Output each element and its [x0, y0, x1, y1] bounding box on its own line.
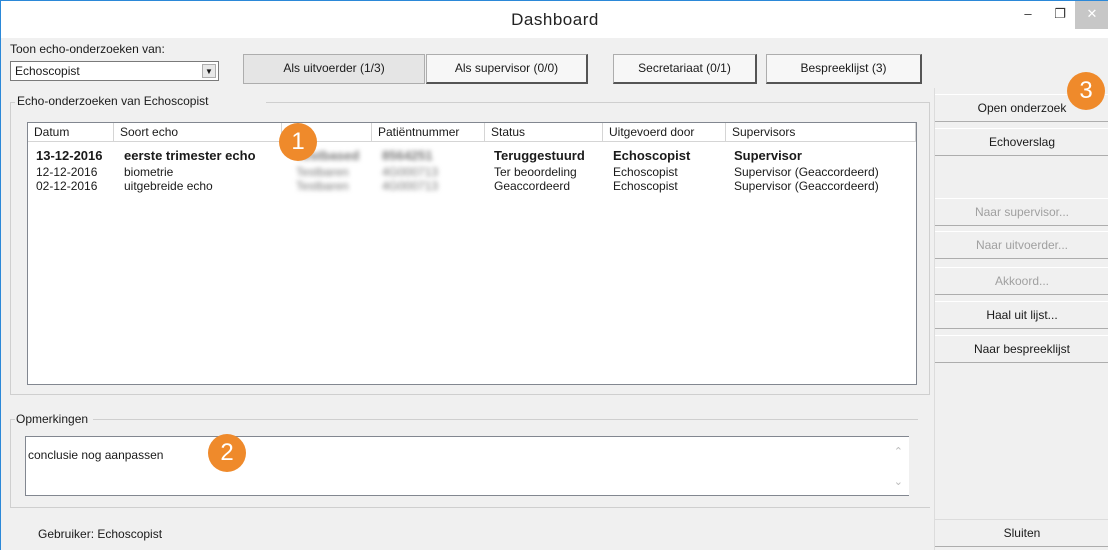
tab-secretariaat[interactable]: Secretariaat (0/1) — [613, 54, 757, 84]
group-border — [266, 102, 929, 103]
group-border — [10, 394, 930, 395]
cell-datum: 13-12-2016 — [36, 148, 103, 163]
remarks-border — [10, 507, 930, 508]
naar-supervisor-button[interactable]: Naar supervisor... — [935, 198, 1108, 226]
cell-soort-echo: biometrie — [124, 165, 174, 179]
naar-uitvoerder-button[interactable]: Naar uitvoerder... — [935, 231, 1108, 259]
cell-supervisors: Supervisor (Geaccordeerd) — [734, 165, 879, 179]
group-border — [929, 102, 930, 394]
cell-uitgevoerd-door: Echoscopist — [613, 148, 691, 163]
haal-uit-lijst-button[interactable]: Haal uit lijst... — [935, 301, 1108, 329]
column-header-datum[interactable]: Datum — [28, 123, 114, 142]
table-row[interactable]: 12-12-2016 biometrie Testbaren 4G000713 … — [28, 165, 916, 179]
cell-patientnummer-redacted: 8564251 — [382, 148, 433, 163]
close-button[interactable]: ✕ — [1075, 1, 1108, 29]
sluiten-button[interactable]: Sluiten — [935, 519, 1108, 547]
cell-supervisors: Supervisor (Geaccordeerd) — [734, 179, 879, 193]
column-header-status[interactable]: Status — [485, 123, 603, 142]
annotation-badge-3: 3 — [1067, 72, 1105, 110]
cell-naam-redacted: Testbaren — [296, 165, 349, 179]
cell-uitgevoerd-door: Echoscopist — [613, 179, 678, 193]
group-title: Echo-onderzoeken van Echoscopist — [17, 94, 209, 108]
cell-patientnummer-redacted: 4G000713 — [382, 165, 439, 179]
window-title: Dashboard — [511, 10, 599, 29]
annotation-badge-2: 2 — [208, 434, 246, 472]
naar-bespreeklijst-button[interactable]: Naar bespreeklijst — [935, 335, 1108, 363]
annotation-badge-1: 1 — [279, 123, 317, 161]
user-select-value: Echoscopist — [15, 64, 80, 78]
column-header-supervisors[interactable]: Supervisors — [726, 123, 916, 142]
table-row[interactable]: 02-12-2016 uitgebreide echo Testbaren 4G… — [28, 179, 916, 193]
title-bar: Dashboard – ❐ ✕ — [1, 0, 1108, 38]
cell-patientnummer-redacted: 4G000713 — [382, 179, 439, 193]
scroll-up-icon[interactable]: ⌃ — [894, 445, 903, 458]
remarks-text: conclusie nog aanpassen — [28, 448, 164, 462]
cell-datum: 02-12-2016 — [36, 179, 98, 193]
scroll-down-icon[interactable]: ⌄ — [894, 475, 903, 488]
table-row[interactable]: 13-12-2016 eerste trimester echo Testbas… — [28, 149, 916, 163]
column-header-soort-echo[interactable]: Soort echo — [114, 123, 282, 142]
cell-soort-echo: uitgebreide echo — [124, 179, 213, 193]
cell-uitgevoerd-door: Echoscopist — [613, 165, 678, 179]
cell-soort-echo: eerste trimester echo — [124, 148, 256, 163]
tab-bespreeklijst[interactable]: Bespreeklijst (3) — [766, 54, 922, 84]
remarks-textarea[interactable]: conclusie nog aanpassen ⌃ ⌄ — [25, 436, 909, 496]
cell-status: Geaccordeerd — [494, 179, 571, 193]
cell-naam-redacted: Testbaren — [296, 179, 349, 193]
group-border — [10, 102, 11, 394]
remarks-border — [10, 419, 11, 507]
cell-status: Teruggestuurd — [494, 148, 585, 163]
chevron-down-icon[interactable]: ▼ — [202, 64, 216, 78]
column-header-uitgevoerd-door[interactable]: Uitgevoerd door — [603, 123, 726, 142]
cell-status: Ter beoordeling — [494, 165, 577, 179]
user-select[interactable]: Echoscopist ▼ — [10, 61, 219, 81]
remarks-label: Opmerkingen — [16, 412, 89, 426]
tab-als-uitvoerder[interactable]: Als uitvoerder (1/3) — [243, 54, 425, 84]
cell-datum: 12-12-2016 — [36, 165, 98, 179]
filter-label: Toon echo-onderzoeken van: — [10, 42, 165, 56]
cell-supervisors: Supervisor — [734, 148, 802, 163]
maximize-button[interactable]: ❐ — [1041, 1, 1079, 29]
list-header: Datum Soort echo Patiëntnummer Status Ui… — [28, 123, 916, 142]
echoverslag-button[interactable]: Echoverslag — [935, 128, 1108, 156]
status-user: Gebruiker: Echoscopist — [38, 527, 163, 541]
tab-als-supervisor[interactable]: Als supervisor (0/0) — [426, 54, 588, 84]
exam-list[interactable]: Datum Soort echo Patiëntnummer Status Ui… — [27, 122, 917, 385]
remarks-border — [93, 419, 918, 420]
akkoord-button[interactable]: Akkoord... — [935, 267, 1108, 295]
column-header-patientnummer[interactable]: Patiëntnummer — [372, 123, 485, 142]
dashboard-window: Dashboard – ❐ ✕ Toon echo-onderzoeken va… — [0, 0, 1108, 550]
